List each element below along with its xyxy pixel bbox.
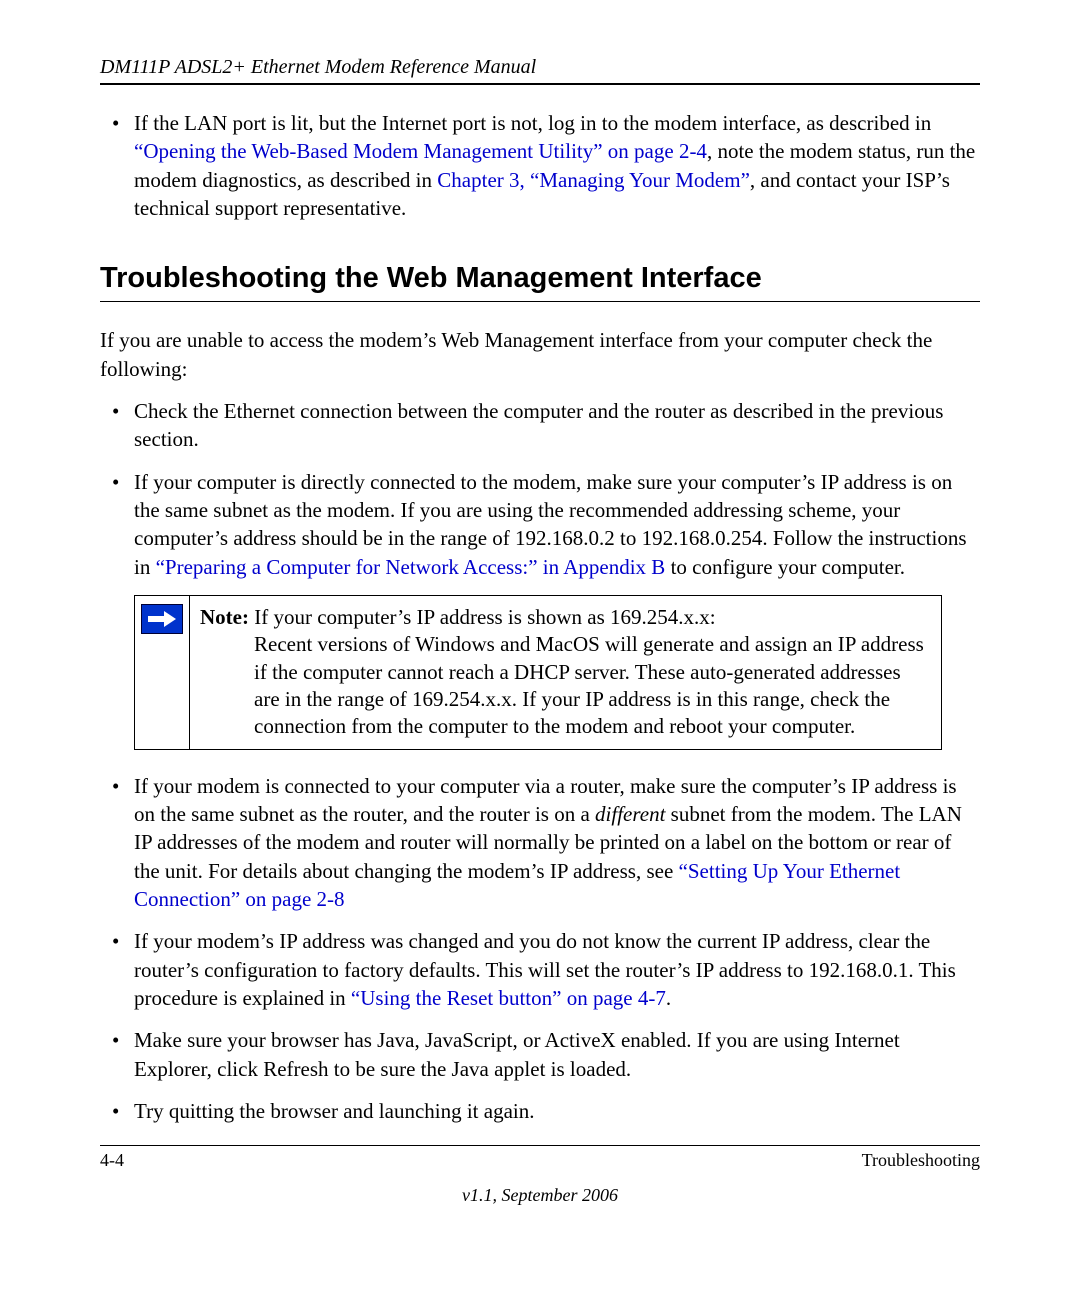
arrow-right-icon [141, 604, 183, 634]
text: to configure your computer. [665, 555, 905, 579]
bullet-list-2: If your modem is connected to your compu… [100, 772, 980, 1126]
list-item: Check the Ethernet connection between th… [100, 397, 980, 454]
section-heading: Troubleshooting the Web Management Inter… [100, 262, 980, 295]
running-head: DM111P ADSL2+ Ethernet Modem Reference M… [100, 56, 980, 79]
list-item: Make sure your browser has Java, JavaScr… [100, 1026, 980, 1083]
emphasis: different [595, 802, 665, 826]
section-intro: If you are unable to access the modem’s … [100, 326, 980, 383]
text: . [666, 986, 671, 1010]
page-number: 4-4 [100, 1150, 124, 1171]
page: DM111P ADSL2+ Ethernet Modem Reference M… [0, 0, 1080, 1296]
note-icon-cell [135, 596, 190, 749]
note-box: Note: If your computer’s IP address is s… [134, 595, 942, 749]
link-open-web-utility[interactable]: “Opening the Web-Based Modem Management … [134, 139, 707, 163]
list-item: Try quitting the browser and launching i… [100, 1097, 980, 1125]
note-text-cell: Note: If your computer’s IP address is s… [190, 596, 942, 749]
list-item: If the LAN port is lit, but the Internet… [100, 109, 980, 222]
header-rule [100, 83, 980, 85]
page-footer: 4-4 Troubleshooting v1.1, September 2006 [100, 1145, 980, 1206]
link-preparing-computer[interactable]: “Preparing a Computer for Network Access… [156, 555, 666, 579]
bullet-list-1: Check the Ethernet connection between th… [100, 397, 980, 581]
note-headline: If your computer’s IP address is shown a… [249, 605, 716, 629]
footer-section: Troubleshooting [862, 1150, 980, 1171]
note-label: Note: [200, 605, 249, 629]
list-item: If your computer is directly connected t… [100, 468, 980, 581]
text: Make sure your browser has Java, JavaScr… [134, 1028, 900, 1080]
text: Try quitting the browser and launching i… [134, 1099, 535, 1123]
section-rule [100, 301, 980, 302]
text: Check the Ethernet connection between th… [134, 399, 943, 451]
note-body: Recent versions of Windows and MacOS wil… [200, 631, 931, 740]
link-reset-button[interactable]: “Using the Reset button” on page 4-7 [351, 986, 666, 1010]
footer-version: v1.1, September 2006 [100, 1185, 980, 1206]
list-item: If your modem is connected to your compu… [100, 772, 980, 914]
link-managing-your-modem[interactable]: Chapter 3, “Managing Your Modem” [437, 168, 750, 192]
list-item: If your modem’s IP address was changed a… [100, 927, 980, 1012]
text: If the LAN port is lit, but the Internet… [134, 111, 931, 135]
footer-rule [100, 1145, 980, 1146]
top-bullet-list: If the LAN port is lit, but the Internet… [100, 109, 980, 222]
